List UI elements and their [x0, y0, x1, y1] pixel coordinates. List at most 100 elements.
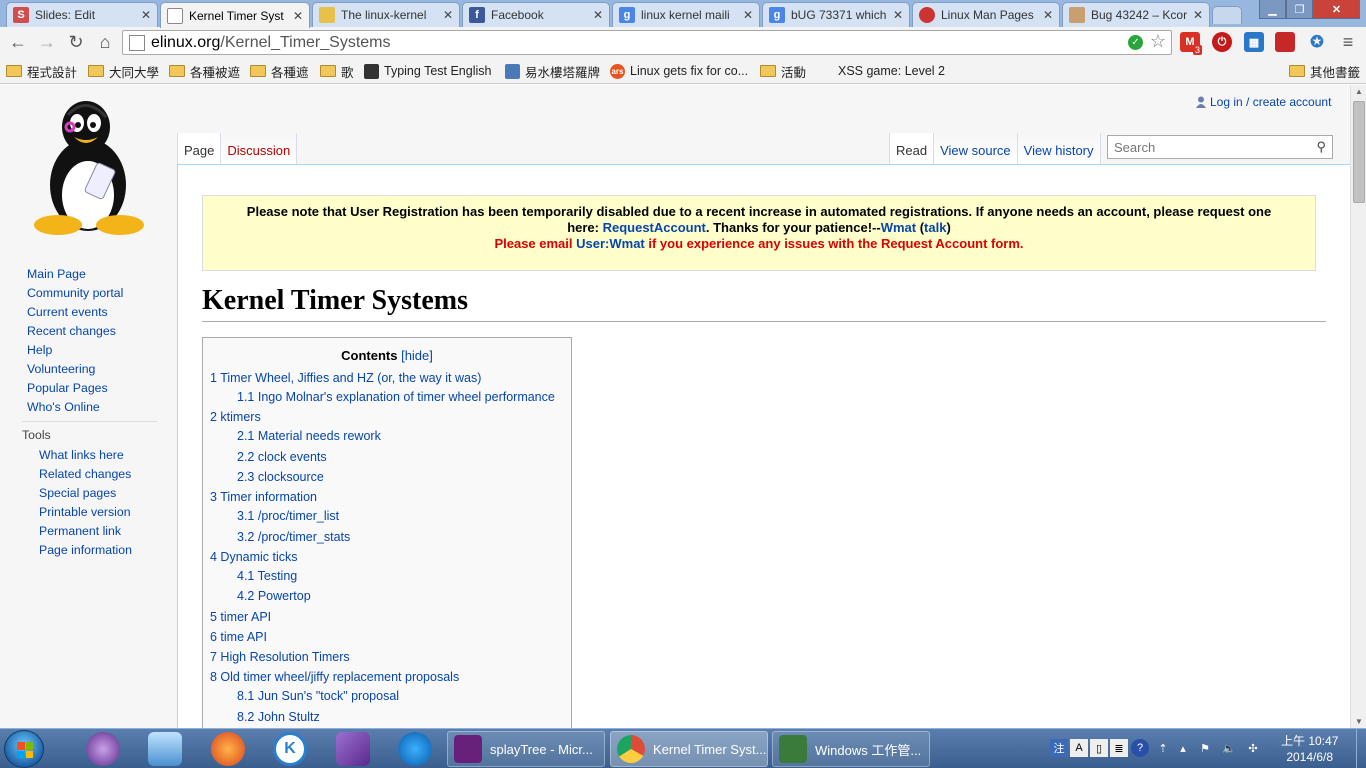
nav-popular-pages[interactable]: Popular Pages [27, 381, 108, 395]
ime-a-icon[interactable]: A [1070, 739, 1088, 757]
toc-item[interactable]: 7 High Resolution Timers [210, 650, 350, 664]
tab-view-source[interactable]: View source [934, 133, 1018, 164]
toc-item[interactable]: 3.1 /proc/timer_list [237, 509, 339, 523]
toc-item[interactable]: 8.2 John Stultz [237, 710, 320, 724]
bookmark-ars[interactable]: ars Linux gets fix for co... [610, 62, 748, 80]
maximize-button[interactable]: ❐ [1286, 0, 1313, 19]
nav-volunteering[interactable]: Volunteering [27, 362, 95, 376]
toc-item[interactable]: 4.1 Testing [237, 569, 297, 583]
ime-half-width-icon[interactable]: ▯ [1090, 739, 1108, 757]
browser-tab-man-pages[interactable]: Linux Man Pages ✕ [912, 2, 1060, 27]
reload-icon[interactable]: ↻ [63, 30, 89, 56]
scroll-up-arrow-icon[interactable]: ▲ [1355, 87, 1363, 96]
toc-item[interactable]: 1.1 Ingo Molnar's explanation of timer w… [237, 390, 555, 404]
tab-page[interactable]: Page [177, 133, 222, 164]
calendar-extension-icon[interactable]: ▦ [1244, 32, 1264, 52]
bookmark-star-icon[interactable]: ☆ [1150, 31, 1166, 52]
tab-read[interactable]: Read [889, 133, 935, 164]
toc-item[interactable]: 8.1 Jun Sun's "tock" proposal [237, 689, 399, 703]
volume-icon[interactable]: 🔈 [1220, 739, 1238, 757]
show-hidden-icons-arrow[interactable]: ▴ [1174, 739, 1192, 757]
tab-discussion[interactable]: Discussion [221, 133, 298, 164]
tool-printable-version[interactable]: Printable version [39, 505, 131, 519]
tab-close-icon[interactable]: ✕ [1193, 8, 1203, 22]
bookmark-folder[interactable]: 大同大學 [88, 62, 159, 80]
nav-recent-changes[interactable]: Recent changes [27, 324, 116, 338]
bookmark-folder[interactable]: 各種遮 [250, 62, 309, 80]
toc-item[interactable]: 3 Timer information [210, 490, 317, 504]
nav-current-events[interactable]: Current events [27, 305, 108, 319]
tool-what-links-here[interactable]: What links here [39, 448, 124, 462]
user-wmat-link[interactable]: User:Wmat [576, 236, 645, 251]
browser-tab-linux-kernel[interactable]: The linux-kernel ✕ [312, 2, 460, 27]
tool-permanent-link[interactable]: Permanent link [39, 524, 121, 538]
tool-special-pages[interactable]: Special pages [39, 486, 116, 500]
k-app-taskbar-icon[interactable]: K [273, 732, 307, 766]
nav-help[interactable]: Help [27, 343, 52, 357]
toc-item[interactable]: 5 timer API [210, 610, 271, 624]
system-clock[interactable]: 上午 10:47 2014/6/8 [1281, 733, 1338, 765]
tab-close-icon[interactable]: ✕ [743, 8, 753, 22]
adblock-extension-icon[interactable]: ⏻ [1212, 32, 1232, 52]
new-tab-button[interactable] [1212, 6, 1242, 24]
bookmark-tarot[interactable]: 易水樓塔羅牌 [505, 62, 600, 80]
browser-tab-slides[interactable]: S Slides: Edit ✕ [6, 2, 158, 27]
tray-overflow-icon[interactable]: ⇡ [1154, 739, 1172, 757]
toc-hide-toggle[interactable]: [hide] [401, 348, 433, 363]
ime-icon[interactable]: 注 [1050, 739, 1068, 757]
forward-arrow-icon[interactable]: → [34, 30, 60, 56]
eclipse-taskbar-icon[interactable] [86, 732, 120, 766]
bookmark-folder[interactable]: 歌 [320, 62, 354, 80]
tool-page-information[interactable]: Page information [39, 543, 132, 557]
visual-studio-taskbar-icon[interactable] [336, 732, 370, 766]
search-input[interactable]: Search ⚲ [1107, 135, 1333, 159]
talk-link[interactable]: talk [924, 220, 946, 235]
scroll-down-arrow-icon[interactable]: ▼ [1355, 717, 1363, 726]
toc-item[interactable]: 6 time API [210, 630, 267, 644]
scrollbar-thumb[interactable] [1353, 101, 1365, 203]
nav-whos-online[interactable]: Who's Online [27, 400, 100, 414]
home-icon[interactable]: ⌂ [92, 30, 118, 56]
start-button[interactable] [4, 730, 44, 768]
browser-tab-facebook[interactable]: f Facebook ✕ [462, 2, 610, 27]
site-logo-tux-icon[interactable] [28, 97, 148, 237]
minimize-button[interactable]: ▁ [1259, 0, 1286, 19]
vertical-scrollbar[interactable]: ▲ ▼ [1350, 85, 1366, 728]
browser-tab-bugzilla[interactable]: Bug 43242 – Kcor ✕ [1062, 2, 1210, 27]
ime-options-icon[interactable]: ≣ [1110, 739, 1128, 757]
toc-item[interactable]: 4 Dynamic ticks [210, 550, 298, 564]
help-icon[interactable]: ? [1131, 739, 1149, 757]
toc-item[interactable]: 4.2 Powertop [237, 589, 311, 603]
tab-close-icon[interactable]: ✕ [893, 8, 903, 22]
tab-close-icon[interactable]: ✕ [593, 8, 603, 22]
browser-tab-kernel-timer[interactable]: Kernel Timer Syst ✕ [160, 2, 310, 28]
cat-extension-icon[interactable]: ✪ [1307, 32, 1327, 52]
toc-item[interactable]: 1 Timer Wheel, Jiffies and HZ (or, the w… [210, 371, 481, 385]
nav-main-page[interactable]: Main Page [27, 267, 86, 281]
taskbar-button-splaytree[interactable]: splayTree - Micr... [447, 731, 605, 767]
toc-item[interactable]: 8 Old timer wheel/jiffy replacement prop… [210, 670, 459, 684]
nav-community-portal[interactable]: Community portal [27, 286, 123, 300]
chrome-menu-icon[interactable]: ≡ [1338, 32, 1358, 52]
verified-check-icon[interactable]: ✓ [1128, 35, 1143, 50]
tab-close-icon[interactable]: ✕ [443, 8, 453, 22]
bookmark-folder[interactable]: 各種被遮 [169, 62, 240, 80]
toc-item[interactable]: 2.1 Material needs rework [237, 429, 381, 443]
taskbar-button-task-manager[interactable]: Windows 工作管... [772, 731, 930, 767]
chat-app-taskbar-icon[interactable] [398, 732, 432, 766]
toc-item[interactable]: 3.2 /proc/timer_stats [237, 530, 350, 544]
tab-close-icon[interactable]: ✕ [1043, 8, 1053, 22]
tool-related-changes[interactable]: Related changes [39, 467, 131, 481]
bookmark-folder[interactable]: 程式設計 [6, 62, 77, 80]
close-window-button[interactable]: ✕ [1313, 0, 1360, 19]
network-icon[interactable]: ✣ [1244, 739, 1262, 757]
tab-close-icon[interactable]: ✕ [293, 9, 303, 23]
toc-item[interactable]: 2.3 clocksource [237, 470, 324, 484]
firefox-taskbar-icon[interactable] [211, 732, 245, 766]
red-bookmark-extension-icon[interactable] [1275, 32, 1295, 52]
show-desktop-button[interactable] [1356, 729, 1366, 768]
toc-item[interactable]: 2 ktimers [210, 410, 261, 424]
wmat-link[interactable]: Wmat [881, 220, 916, 235]
other-bookmarks-folder[interactable]: 其他書籤 [1289, 62, 1360, 80]
address-bar[interactable]: elinux.org/Kernel_Timer_Systems ✓ ☆ [122, 30, 1172, 55]
